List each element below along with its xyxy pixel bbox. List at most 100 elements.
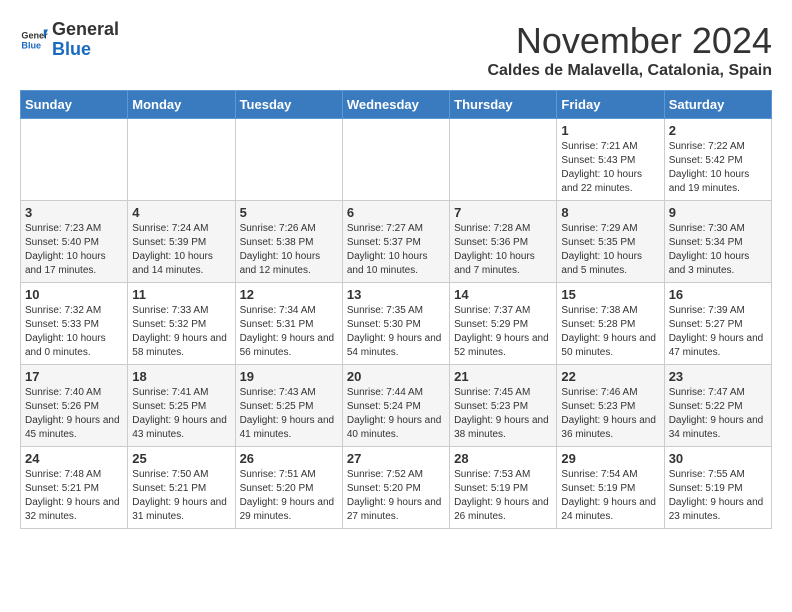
day-number: 29 xyxy=(561,451,659,466)
title-area: November 2024 Caldes de Malavella, Catal… xyxy=(487,20,772,80)
weekday-header-monday: Monday xyxy=(128,91,235,119)
day-info: Sunrise: 7:54 AM Sunset: 5:19 PM Dayligh… xyxy=(561,468,659,524)
day-info: Sunrise: 7:23 AM Sunset: 5:40 PM Dayligh… xyxy=(25,222,123,278)
day-number: 25 xyxy=(132,451,230,466)
day-info: Sunrise: 7:27 AM Sunset: 5:37 PM Dayligh… xyxy=(347,222,445,278)
day-info: Sunrise: 7:52 AM Sunset: 5:20 PM Dayligh… xyxy=(347,468,445,524)
calendar-cell: 27 Sunrise: 7:52 AM Sunset: 5:20 PM Dayli… xyxy=(342,447,449,529)
day-info: Sunrise: 7:46 AM Sunset: 5:23 PM Dayligh… xyxy=(561,386,659,442)
day-info: Sunrise: 7:44 AM Sunset: 5:24 PM Dayligh… xyxy=(347,386,445,442)
day-info: Sunrise: 7:22 AM Sunset: 5:42 PM Dayligh… xyxy=(669,140,767,196)
day-info: Sunrise: 7:30 AM Sunset: 5:34 PM Dayligh… xyxy=(669,222,767,278)
day-number: 27 xyxy=(347,451,445,466)
day-number: 20 xyxy=(347,369,445,384)
calendar-cell: 11 Sunrise: 7:33 AM Sunset: 5:32 PM Dayli… xyxy=(128,283,235,365)
calendar-cell: 3 Sunrise: 7:23 AM Sunset: 5:40 PM Daylig… xyxy=(21,201,128,283)
day-number: 23 xyxy=(669,369,767,384)
day-info: Sunrise: 7:51 AM Sunset: 5:20 PM Dayligh… xyxy=(240,468,338,524)
day-number: 24 xyxy=(25,451,123,466)
logo-text: General Blue xyxy=(52,20,119,60)
calendar-cell: 10 Sunrise: 7:32 AM Sunset: 5:33 PM Dayli… xyxy=(21,283,128,365)
day-number: 5 xyxy=(240,205,338,220)
day-number: 16 xyxy=(669,287,767,302)
day-number: 3 xyxy=(25,205,123,220)
calendar-week-3: 10 Sunrise: 7:32 AM Sunset: 5:33 PM Dayli… xyxy=(21,283,772,365)
day-info: Sunrise: 7:32 AM Sunset: 5:33 PM Dayligh… xyxy=(25,304,123,360)
day-number: 21 xyxy=(454,369,552,384)
calendar-cell: 16 Sunrise: 7:39 AM Sunset: 5:27 PM Dayli… xyxy=(664,283,771,365)
month-title: November 2024 xyxy=(487,20,772,62)
day-number: 26 xyxy=(240,451,338,466)
calendar-week-2: 3 Sunrise: 7:23 AM Sunset: 5:40 PM Daylig… xyxy=(21,201,772,283)
day-number: 11 xyxy=(132,287,230,302)
day-info: Sunrise: 7:38 AM Sunset: 5:28 PM Dayligh… xyxy=(561,304,659,360)
day-info: Sunrise: 7:21 AM Sunset: 5:43 PM Dayligh… xyxy=(561,140,659,196)
day-info: Sunrise: 7:55 AM Sunset: 5:19 PM Dayligh… xyxy=(669,468,767,524)
day-info: Sunrise: 7:53 AM Sunset: 5:19 PM Dayligh… xyxy=(454,468,552,524)
calendar-cell: 18 Sunrise: 7:41 AM Sunset: 5:25 PM Dayli… xyxy=(128,365,235,447)
calendar-cell: 29 Sunrise: 7:54 AM Sunset: 5:19 PM Dayli… xyxy=(557,447,664,529)
weekday-header-thursday: Thursday xyxy=(450,91,557,119)
day-number: 7 xyxy=(454,205,552,220)
calendar-week-5: 24Sunrise: 7:48 AM Sunset: 5:21 PM Dayli… xyxy=(21,447,772,529)
weekday-header-row: SundayMondayTuesdayWednesdayThursdayFrid… xyxy=(21,91,772,119)
calendar-cell: 20 Sunrise: 7:44 AM Sunset: 5:24 PM Dayli… xyxy=(342,365,449,447)
day-number: 10 xyxy=(25,287,123,302)
day-info: Sunrise: 7:40 AM Sunset: 5:26 PM Dayligh… xyxy=(25,386,123,442)
calendar-cell: 23Sunrise: 7:47 AM Sunset: 5:22 PM Dayli… xyxy=(664,365,771,447)
day-number: 14 xyxy=(454,287,552,302)
calendar-cell: 2 Sunrise: 7:22 AM Sunset: 5:42 PM Daylig… xyxy=(664,119,771,201)
calendar-cell: 1Sunrise: 7:21 AM Sunset: 5:43 PM Daylig… xyxy=(557,119,664,201)
calendar-cell: 7 Sunrise: 7:28 AM Sunset: 5:36 PM Daylig… xyxy=(450,201,557,283)
calendar-cell xyxy=(128,119,235,201)
calendar-cell: 15 Sunrise: 7:38 AM Sunset: 5:28 PM Dayli… xyxy=(557,283,664,365)
calendar-week-4: 17Sunrise: 7:40 AM Sunset: 5:26 PM Dayli… xyxy=(21,365,772,447)
logo-icon: General Blue xyxy=(20,26,48,54)
weekday-header-wednesday: Wednesday xyxy=(342,91,449,119)
calendar-cell: 25 Sunrise: 7:50 AM Sunset: 5:21 PM Dayli… xyxy=(128,447,235,529)
calendar-cell: 17Sunrise: 7:40 AM Sunset: 5:26 PM Dayli… xyxy=(21,365,128,447)
calendar-cell xyxy=(342,119,449,201)
day-number: 19 xyxy=(240,369,338,384)
day-number: 8 xyxy=(561,205,659,220)
day-number: 30 xyxy=(669,451,767,466)
weekday-header-sunday: Sunday xyxy=(21,91,128,119)
weekday-header-tuesday: Tuesday xyxy=(235,91,342,119)
calendar-cell: 26 Sunrise: 7:51 AM Sunset: 5:20 PM Dayli… xyxy=(235,447,342,529)
day-info: Sunrise: 7:35 AM Sunset: 5:30 PM Dayligh… xyxy=(347,304,445,360)
day-number: 12 xyxy=(240,287,338,302)
day-number: 2 xyxy=(669,123,767,138)
weekday-header-friday: Friday xyxy=(557,91,664,119)
day-info: Sunrise: 7:26 AM Sunset: 5:38 PM Dayligh… xyxy=(240,222,338,278)
day-number: 28 xyxy=(454,451,552,466)
day-info: Sunrise: 7:28 AM Sunset: 5:36 PM Dayligh… xyxy=(454,222,552,278)
calendar-cell: 14 Sunrise: 7:37 AM Sunset: 5:29 PM Dayli… xyxy=(450,283,557,365)
calendar-cell xyxy=(235,119,342,201)
day-info: Sunrise: 7:43 AM Sunset: 5:25 PM Dayligh… xyxy=(240,386,338,442)
day-info: Sunrise: 7:41 AM Sunset: 5:25 PM Dayligh… xyxy=(132,386,230,442)
location-title: Caldes de Malavella, Catalonia, Spain xyxy=(487,62,772,80)
logo: General Blue General Blue xyxy=(20,20,119,60)
day-info: Sunrise: 7:33 AM Sunset: 5:32 PM Dayligh… xyxy=(132,304,230,360)
calendar-cell: 8Sunrise: 7:29 AM Sunset: 5:35 PM Daylig… xyxy=(557,201,664,283)
calendar-week-1: 1Sunrise: 7:21 AM Sunset: 5:43 PM Daylig… xyxy=(21,119,772,201)
day-number: 15 xyxy=(561,287,659,302)
calendar-cell xyxy=(450,119,557,201)
day-info: Sunrise: 7:34 AM Sunset: 5:31 PM Dayligh… xyxy=(240,304,338,360)
calendar-cell: 22Sunrise: 7:46 AM Sunset: 5:23 PM Dayli… xyxy=(557,365,664,447)
svg-text:Blue: Blue xyxy=(21,40,41,50)
calendar-cell: 13Sunrise: 7:35 AM Sunset: 5:30 PM Dayli… xyxy=(342,283,449,365)
calendar-cell: 9Sunrise: 7:30 AM Sunset: 5:34 PM Daylig… xyxy=(664,201,771,283)
calendar-cell: 4Sunrise: 7:24 AM Sunset: 5:39 PM Daylig… xyxy=(128,201,235,283)
day-info: Sunrise: 7:50 AM Sunset: 5:21 PM Dayligh… xyxy=(132,468,230,524)
weekday-header-saturday: Saturday xyxy=(664,91,771,119)
calendar-cell: 19 Sunrise: 7:43 AM Sunset: 5:25 PM Dayli… xyxy=(235,365,342,447)
calendar-cell: 30 Sunrise: 7:55 AM Sunset: 5:19 PM Dayli… xyxy=(664,447,771,529)
calendar-table: SundayMondayTuesdayWednesdayThursdayFrid… xyxy=(20,90,772,529)
calendar-cell: 24Sunrise: 7:48 AM Sunset: 5:21 PM Dayli… xyxy=(21,447,128,529)
page-header: General Blue General Blue November 2024 … xyxy=(20,20,772,80)
day-number: 18 xyxy=(132,369,230,384)
day-info: Sunrise: 7:37 AM Sunset: 5:29 PM Dayligh… xyxy=(454,304,552,360)
day-info: Sunrise: 7:39 AM Sunset: 5:27 PM Dayligh… xyxy=(669,304,767,360)
calendar-body: 1Sunrise: 7:21 AM Sunset: 5:43 PM Daylig… xyxy=(21,119,772,529)
